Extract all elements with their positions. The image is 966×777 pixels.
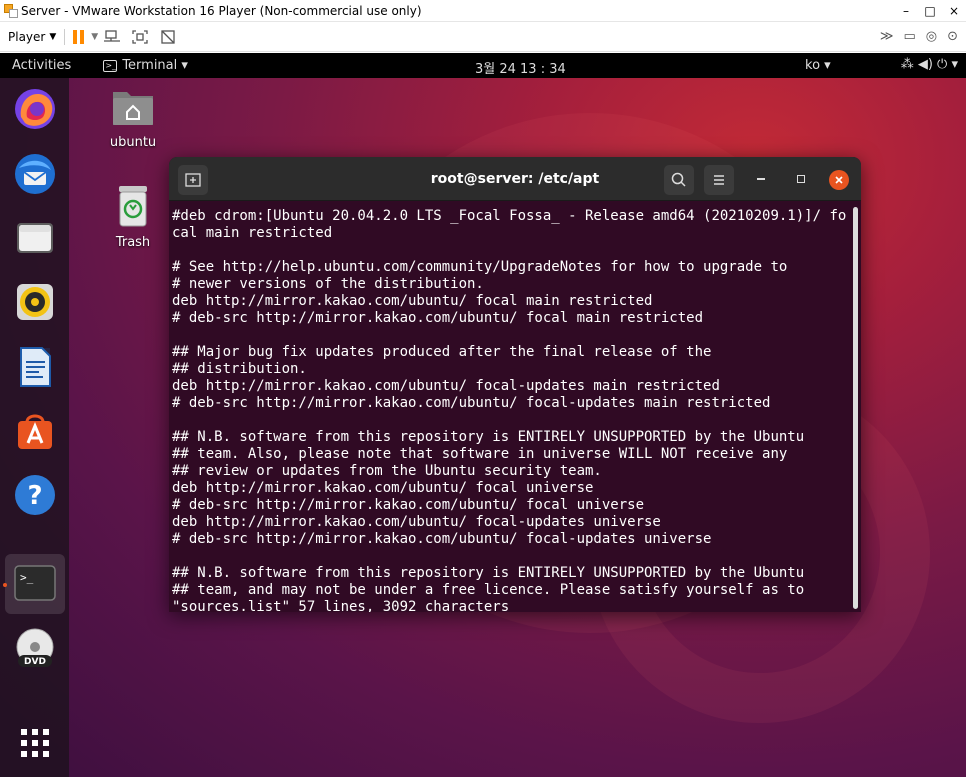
activities-button[interactable]: Activities	[12, 58, 71, 73]
desktop-home-label: ubuntu	[109, 135, 157, 150]
cd-icon[interactable]: ⊙	[947, 29, 958, 44]
close-icon	[835, 176, 843, 184]
app-menu-label: Terminal ▾	[122, 58, 188, 73]
fullscreen-icon[interactable]	[131, 29, 149, 45]
terminal-window[interactable]: root@server: /etc/apt #deb cdrom:[Ubuntu…	[169, 157, 861, 612]
terminal-icon[interactable]: >_	[13, 561, 57, 605]
terminal-output[interactable]: #deb cdrom:[Ubuntu 20.04.2.0 LTS _Focal …	[172, 208, 852, 612]
forward-icon[interactable]: ≫	[880, 29, 894, 44]
terminal-line: ## team. Also, please note that software…	[172, 446, 788, 462]
maximize-icon[interactable]	[797, 175, 805, 183]
vmware-window-title: Server - VMware Workstation 16 Player (N…	[21, 3, 422, 18]
dock: ? >_ DVD	[0, 78, 69, 777]
terminal-line: ## team, and may not be under a free lic…	[172, 582, 805, 598]
writer-icon[interactable]	[13, 345, 57, 389]
terminal-headerbar: root@server: /etc/apt	[169, 157, 861, 201]
toolbar-divider	[64, 28, 66, 45]
terminal-line: ## review or updates from the Ubuntu sec…	[172, 463, 602, 479]
terminal-line: deb http://mirror.kakao.com/ubuntu/ foca…	[172, 480, 594, 496]
dvd-icon[interactable]: DVD	[13, 627, 57, 671]
terminal-line: deb http://mirror.kakao.com/ubuntu/ foca…	[172, 514, 661, 530]
chevron-down-icon[interactable]: ▼	[91, 32, 98, 42]
terminal-line: ## N.B. software from this repository is…	[172, 429, 805, 445]
minimize-icon[interactable]	[757, 178, 765, 180]
clock[interactable]: 3월 24 13 : 34	[475, 58, 566, 77]
desktop-trash-label: Trash	[115, 235, 151, 250]
terminal-line: deb http://mirror.kakao.com/ubuntu/ foca…	[172, 293, 653, 309]
terminal-line: "sources.list" 57 lines, 3092 characters	[172, 599, 510, 612]
app-menu[interactable]: >_ Terminal ▾	[103, 58, 188, 73]
minimize-button[interactable]: –	[894, 4, 918, 18]
trash-icon	[119, 186, 147, 227]
hamburger-icon	[714, 175, 724, 185]
vmware-toolbar: Player ▼ ▼ ≫ ▭ ◎ ⊙	[0, 22, 966, 52]
terminal-line: # deb-src http://mirror.kakao.com/ubuntu…	[172, 497, 645, 513]
close-button[interactable]	[829, 170, 849, 190]
desktop-home-folder[interactable]: ubuntu	[103, 86, 163, 150]
svg-text:DVD: DVD	[24, 657, 46, 667]
svg-text:?: ?	[27, 481, 42, 511]
terminal-line: ## Major bug fix updates produced after …	[172, 344, 712, 360]
search-icon	[671, 172, 686, 187]
terminal-scrollbar[interactable]	[853, 207, 858, 609]
home-folder-icon	[113, 92, 153, 125]
thunderbird-icon[interactable]	[13, 152, 57, 196]
close-button[interactable]: ×	[942, 4, 966, 18]
terminal-icon: >_	[103, 59, 118, 72]
network-adapter-icon[interactable]: ▭	[903, 29, 915, 44]
hamburger-menu-button[interactable]	[704, 165, 734, 195]
usb-icon[interactable]: ◎	[926, 29, 937, 44]
maximize-button[interactable]: □	[918, 4, 942, 18]
firefox-icon[interactable]	[13, 87, 57, 131]
vmware-logo-icon	[4, 3, 18, 18]
rhythmbox-icon[interactable]	[13, 280, 57, 324]
input-method-indicator[interactable]: ko ▾	[805, 58, 831, 73]
terminal-line: cal main restricted	[172, 225, 333, 241]
player-menu-label: Player	[8, 29, 46, 44]
chevron-down-icon: ▼	[49, 31, 57, 42]
help-icon[interactable]: ?	[13, 473, 57, 517]
guest-screen[interactable]: Activities >_ Terminal ▾ 3월 24 13 : 34 k…	[0, 53, 966, 777]
system-menu[interactable]: ⁂ ◀) ⏻ ▾	[901, 57, 958, 72]
terminal-line: # newer versions of the distribution.	[172, 276, 484, 292]
running-indicator	[3, 583, 7, 587]
gnome-topbar: Activities >_ Terminal ▾ 3월 24 13 : 34 k…	[0, 53, 966, 78]
terminal-line: # deb-src http://mirror.kakao.com/ubuntu…	[172, 531, 712, 547]
software-icon[interactable]	[13, 408, 57, 452]
terminal-line: ## distribution.	[172, 361, 307, 377]
unity-icon[interactable]	[159, 29, 177, 45]
terminal-line: ## N.B. software from this repository is…	[172, 565, 805, 581]
terminal-line: # deb-src http://mirror.kakao.com/ubuntu…	[172, 310, 704, 326]
svg-text:>_: >_	[20, 571, 34, 584]
desktop-trash[interactable]: Trash	[103, 184, 163, 250]
vmware-titlebar: Server - VMware Workstation 16 Player (N…	[0, 0, 966, 22]
player-menu[interactable]: Player ▼	[8, 30, 56, 44]
send-ctrl-alt-del-icon[interactable]	[103, 29, 121, 45]
files-icon[interactable]	[13, 215, 57, 259]
search-button[interactable]	[664, 165, 694, 195]
terminal-line: # deb-src http://mirror.kakao.com/ubuntu…	[172, 395, 771, 411]
terminal-line: # See http://help.ubuntu.com/community/U…	[172, 259, 788, 275]
terminal-line: #deb cdrom:[Ubuntu 20.04.2.0 LTS _Focal …	[172, 208, 847, 224]
terminal-line: deb http://mirror.kakao.com/ubuntu/ foca…	[172, 378, 720, 394]
pause-icon[interactable]	[73, 29, 85, 44]
show-apps-icon[interactable]	[13, 721, 57, 765]
